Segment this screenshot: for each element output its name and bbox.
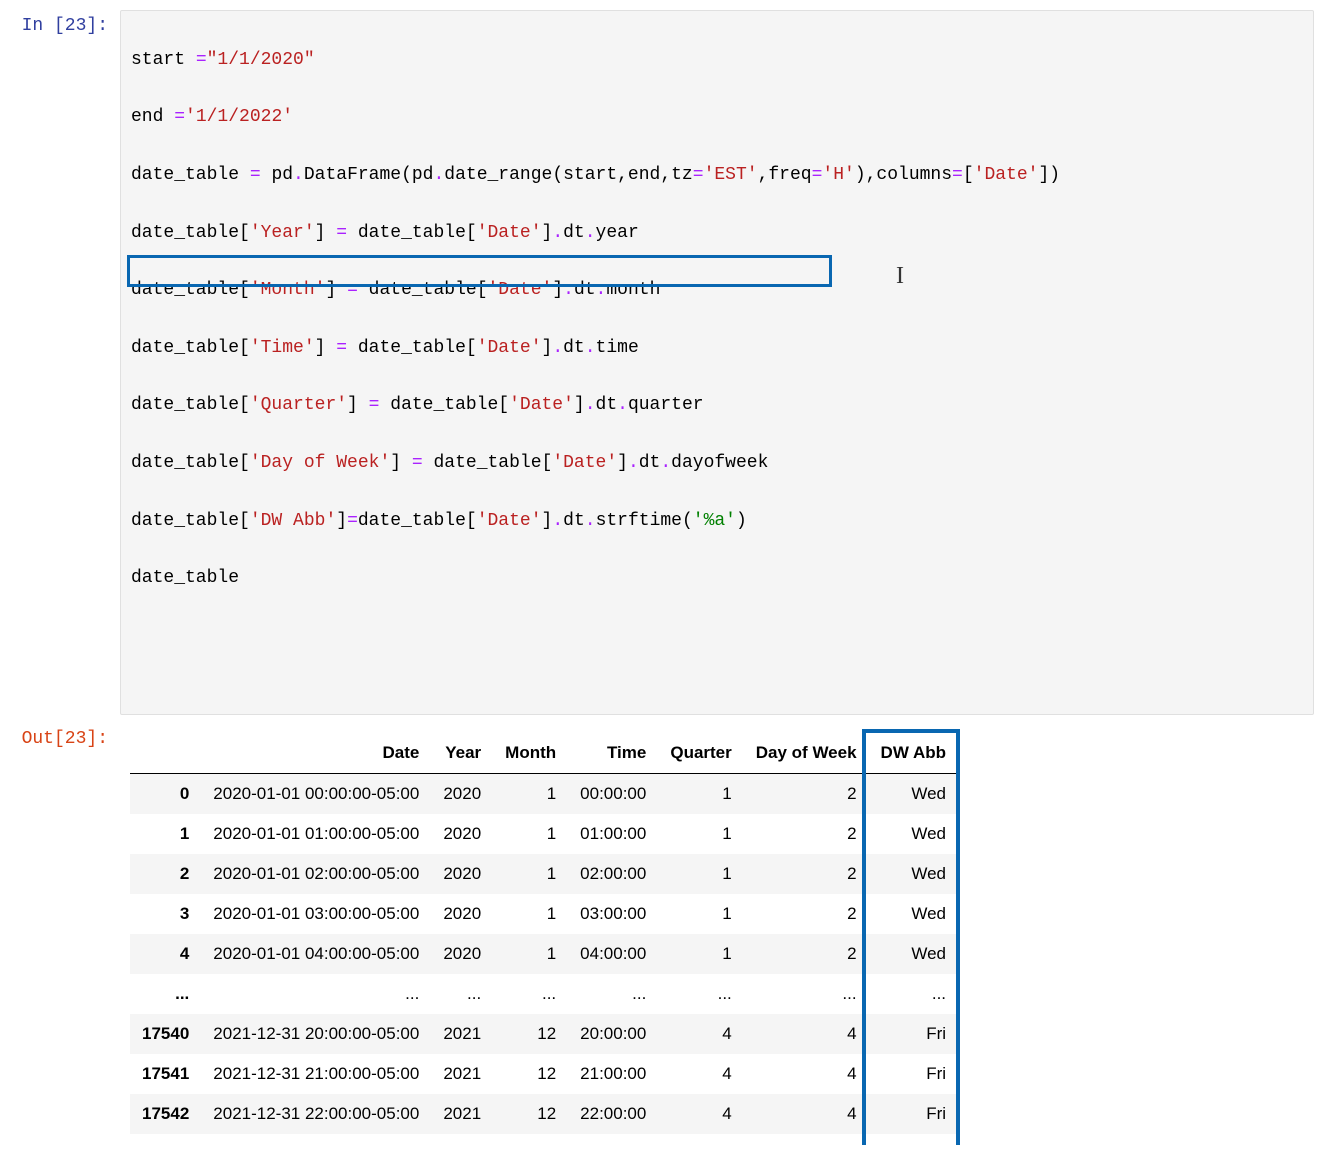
- code-line-10: date_table: [131, 564, 1303, 593]
- table-row-ellipsis: ........................: [130, 974, 958, 1014]
- code-line-2: end ='1/1/2022': [131, 103, 1303, 132]
- col-time: Time: [568, 733, 658, 774]
- col-date: Date: [201, 733, 431, 774]
- table-header: Date Year Month Time Quarter Day of Week…: [130, 733, 958, 774]
- table-row: 175412021-12-31 21:00:00-05:0020211221:0…: [130, 1054, 958, 1094]
- code-line-7: date_table['Quarter'] = date_table['Date…: [131, 391, 1303, 420]
- code-line-9: date_table['DW Abb']=date_table['Date'].…: [131, 507, 1303, 536]
- input-cell: In [23]: start ="1/1/2020" end ='1/1/202…: [10, 10, 1314, 715]
- table-row: 12020-01-01 01:00:00-05:002020101:00:001…: [130, 814, 958, 854]
- table-wrapper: Date Year Month Time Quarter Day of Week…: [130, 729, 958, 1134]
- code-line-8: date_table['Day of Week'] = date_table['…: [131, 449, 1303, 478]
- col-dwabb: DW Abb: [869, 733, 958, 774]
- output-cell: Out[23]: Date Year Month Time Quarter Da…: [10, 723, 1314, 1145]
- code-line-5: date_table['Month'] = date_table['Date']…: [131, 276, 1303, 305]
- table-row: 42020-01-01 04:00:00-05:002020104:00:001…: [130, 934, 958, 974]
- code-line-1: start ="1/1/2020": [131, 46, 1303, 75]
- code-line-4: date_table['Year'] = date_table['Date'].…: [131, 219, 1303, 248]
- input-prompt: In [23]:: [10, 10, 120, 715]
- table-row: 22020-01-01 02:00:00-05:002020102:00:001…: [130, 854, 958, 894]
- col-year: Year: [431, 733, 493, 774]
- code-input-area[interactable]: start ="1/1/2020" end ='1/1/2022' date_t…: [120, 10, 1314, 715]
- col-month: Month: [493, 733, 568, 774]
- output-area: Date Year Month Time Quarter Day of Week…: [120, 723, 1314, 1145]
- dataframe-table: Date Year Month Time Quarter Day of Week…: [130, 733, 958, 1134]
- code-line-6: date_table['Time'] = date_table['Date'].…: [131, 334, 1303, 363]
- table-row: 175402021-12-31 20:00:00-05:0020211220:0…: [130, 1014, 958, 1054]
- output-prompt: Out[23]:: [10, 723, 120, 1145]
- table-header-row: Date Year Month Time Quarter Day of Week…: [130, 733, 958, 774]
- table-row: 175422021-12-31 22:00:00-05:0020211222:0…: [130, 1094, 958, 1134]
- table-body: 02020-01-01 00:00:00-05:002020100:00:001…: [130, 774, 958, 1135]
- code-line-3: date_table = pd.DataFrame(pd.date_range(…: [131, 161, 1303, 190]
- col-index: [130, 733, 201, 774]
- col-quarter: Quarter: [658, 733, 743, 774]
- col-dayofweek: Day of Week: [744, 733, 869, 774]
- table-row: 32020-01-01 03:00:00-05:002020103:00:001…: [130, 894, 958, 934]
- table-row: 02020-01-01 00:00:00-05:002020100:00:001…: [130, 774, 958, 815]
